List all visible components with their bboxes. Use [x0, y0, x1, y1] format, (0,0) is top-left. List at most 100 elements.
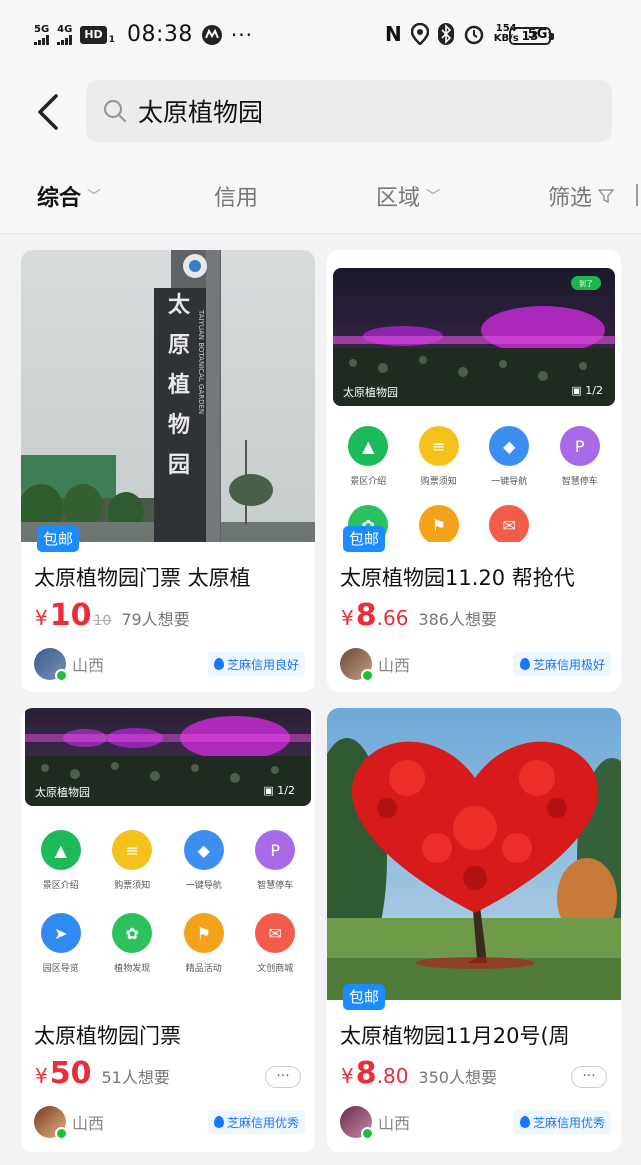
- sign-char-5: 园: [168, 452, 190, 478]
- product-image: [327, 708, 621, 1000]
- sign-subtext: TAIYUAN BOTANICAL GARDEN: [197, 309, 205, 414]
- ticket-notice-icon: ≡: [418, 426, 459, 466]
- want-count: 386人想要: [418, 610, 497, 629]
- product-image: 太原植物园 ▣ 1/2 ▲ 景区介绍 ≡ 购票须知 ◆ 一键导航 P 智慧停车 ➤ 园区导…: [21, 708, 315, 1000]
- product-title: 太原植物园门票 太原植: [34, 566, 251, 590]
- status-bar: 5G 4G HD 1 08:38 ··· N 154 KB/s 5G1 13: [0, 0, 641, 72]
- free-shipping-badge: 包邮: [37, 526, 80, 552]
- want-count: 51人想要: [101, 1068, 170, 1087]
- signal-4g-icon: 4G: [57, 23, 73, 45]
- sesame-credit-icon: [519, 658, 530, 670]
- product-image: 到了 太原植物园 ▣ 1/2 ▲ 景区介绍 ≡ 购票须知 ◆ 一键导航 P 智慧停车 ✿…: [327, 250, 621, 542]
- back-arrow-icon[interactable]: [32, 92, 66, 132]
- want-count: 350人想要: [418, 1068, 497, 1087]
- activity-icon: ⚑: [183, 913, 224, 953]
- app-notification-icon: [201, 24, 222, 45]
- product-card[interactable]: 太原植物园 ▣ 1/2 ▲ 景区介绍 ≡ 购票须知 ◆ 一键导航 P 智慧停车 ➤ 园区导…: [21, 708, 315, 1152]
- app-icon-grid: ▲ 景区介绍 ≡ 购票须知 ◆ 一键导航 P 智慧停车 ➤ 园区导览 ✿ 植物发现 ⚑ 精品活…: [25, 830, 311, 974]
- product-card[interactable]: 太 原 植 物 园 TAIYUAN BOTANICAL GARDEN 包邮 太原…: [21, 250, 315, 692]
- search-query: 太原植物园: [138, 98, 264, 127]
- app-green-tag: 到了: [579, 280, 593, 288]
- filter-icon: [598, 189, 615, 204]
- seller-info: 山西: [340, 1106, 411, 1140]
- tab-filter-label: 筛选: [548, 186, 593, 211]
- sign-char-2: 原: [168, 332, 190, 358]
- product-card[interactable]: 到了 太原植物园 ▣ 1/2 ▲ 景区介绍 ≡ 购票须知 ◆ 一键导航 P 智慧停车 ✿…: [327, 250, 621, 692]
- scenic-intro-icon: ▲: [40, 830, 81, 870]
- seller-info: 山西: [34, 1106, 105, 1140]
- product-price: ¥ 8 .80 350人想要: [341, 1056, 497, 1091]
- signal-4g-label: 4G: [57, 23, 73, 35]
- online-indicator: [361, 1127, 374, 1140]
- credit-badge: 芝麻信用优秀: [513, 1110, 611, 1134]
- shop-icon: ✉: [255, 913, 296, 953]
- product-price: ¥ 10 10 79人想要: [35, 598, 190, 633]
- parking-icon: P: [255, 830, 296, 870]
- tabs-divider: [636, 184, 638, 206]
- scenic-intro-icon: ▲: [348, 426, 389, 466]
- product-price: ¥ 50 51人想要: [35, 1056, 170, 1091]
- tab-credit[interactable]: 信用: [214, 180, 258, 212]
- app-page-indicator: ▣ 1/2: [263, 784, 295, 797]
- battery-icon: 13: [509, 27, 554, 45]
- app-photo-label: 太原植物园: [343, 386, 398, 399]
- product-card[interactable]: 包邮 太原植物园11月20号(周 ¥ 8 .80 350人想要 ··· 山西 芝…: [327, 708, 621, 1152]
- tab-credit-label: 信用: [214, 186, 259, 211]
- tab-region-label: 区域: [376, 186, 421, 211]
- filter-tabs: 综合 ﹀ 信用 区域 ﹀ 筛选: [0, 158, 641, 234]
- free-shipping-badge: 包邮: [343, 984, 386, 1010]
- search-icon: [103, 99, 127, 123]
- bluetooth-icon: [437, 23, 454, 45]
- free-shipping-badge: 包邮: [343, 526, 386, 552]
- app-photo-label: 太原植物园: [35, 786, 90, 799]
- product-title: 太原植物园11月20号(周: [340, 1024, 570, 1048]
- park-guide-icon: ➤: [40, 913, 81, 953]
- seller-location: 山西: [378, 1114, 411, 1133]
- want-count: 79人想要: [121, 610, 190, 629]
- credit-badge: 芝麻信用极好: [513, 652, 611, 676]
- hd-voice-icon: HD: [80, 25, 107, 44]
- seller-location: 山西: [72, 656, 105, 675]
- search-input[interactable]: 太原植物园: [86, 80, 612, 142]
- app-photo: 到了 太原植物园 ▣ 1/2: [333, 268, 615, 406]
- chevron-down-icon: ﹀: [426, 189, 441, 205]
- app-photo: 太原植物园 ▣ 1/2: [25, 708, 311, 806]
- tab-comprehensive[interactable]: 综合 ﹀: [37, 180, 101, 212]
- product-title: 太原植物园门票: [34, 1024, 181, 1048]
- product-title: 太原植物园11.20 帮抢代: [340, 566, 575, 590]
- ticket-notice-icon: ≡: [112, 830, 153, 870]
- more-options-button[interactable]: ···: [571, 1066, 607, 1088]
- location-icon: [410, 23, 429, 45]
- signal-5g-label: 5G: [34, 23, 50, 35]
- shop-icon: ✉: [489, 505, 530, 542]
- online-indicator: [361, 669, 374, 682]
- search-header: 太原植物园: [0, 72, 641, 158]
- tab-region[interactable]: 区域 ﹀: [376, 180, 440, 212]
- plant-discovery-icon: ✿: [112, 913, 153, 953]
- avatar: [34, 1106, 68, 1140]
- seller-location: 山西: [378, 656, 411, 675]
- credit-badge: 芝麻信用优秀: [207, 1110, 305, 1134]
- seller-info: 山西: [34, 648, 105, 682]
- navigation-icon: ◆: [489, 426, 530, 466]
- alarm-icon: [464, 25, 483, 45]
- parking-icon: P: [559, 426, 600, 466]
- avatar: [340, 648, 374, 682]
- online-indicator: [55, 669, 68, 682]
- sign-char-4: 物: [168, 412, 190, 438]
- tab-filter[interactable]: 筛选: [548, 180, 615, 212]
- sign-char-1: 太: [168, 292, 191, 318]
- seller-info: 山西: [340, 648, 411, 682]
- product-image: 太 原 植 物 园 TAIYUAN BOTANICAL GARDEN: [21, 250, 315, 542]
- seller-location: 山西: [72, 1114, 105, 1133]
- tab-comprehensive-label: 综合: [37, 186, 82, 211]
- sesame-credit-icon: [213, 658, 224, 670]
- sesame-credit-icon: [519, 1116, 530, 1128]
- nfc-icon: N: [384, 22, 402, 46]
- signal-5g-icon: 5G: [34, 23, 50, 45]
- sign-char-3: 植: [168, 372, 190, 398]
- sesame-credit-icon: [213, 1116, 224, 1128]
- activity-icon: ⚑: [418, 505, 459, 542]
- more-options-button[interactable]: ···: [265, 1066, 301, 1088]
- more-notifications: ···: [230, 22, 253, 47]
